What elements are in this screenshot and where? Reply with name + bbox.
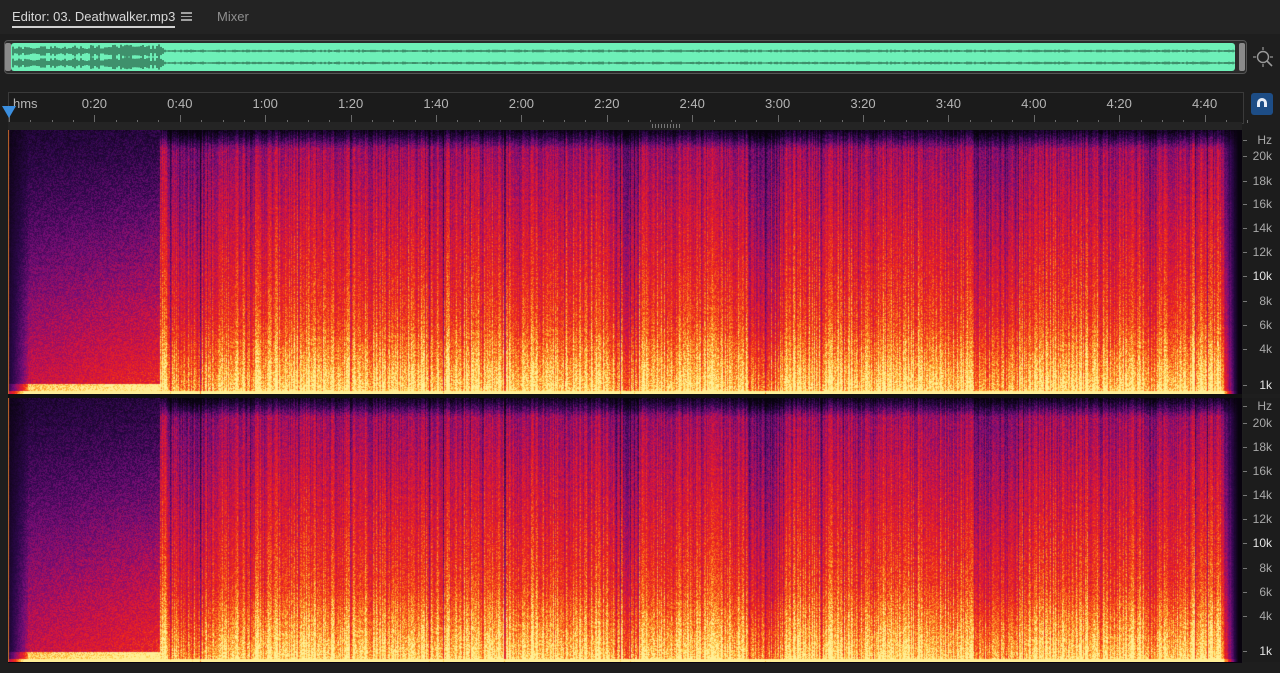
hz-tick: [1243, 276, 1247, 277]
hz-tick: [1243, 228, 1247, 229]
hz-tick: [1243, 385, 1247, 386]
spectrogram-right-channel[interactable]: [8, 398, 1242, 662]
hz-label: 14k: [1253, 488, 1272, 502]
status-strip: [0, 663, 1280, 673]
hz-label: 8k: [1259, 294, 1272, 308]
hz-label: 12k: [1253, 512, 1272, 526]
hz-tick: [1243, 204, 1247, 205]
ruler-label: 2:20: [594, 96, 619, 111]
hz-label: 16k: [1253, 464, 1272, 478]
resize-grip-handle[interactable]: [652, 124, 680, 128]
hz-tick: [1243, 252, 1247, 253]
playhead-marker-icon[interactable]: [2, 106, 16, 118]
ruler-label: 2:00: [509, 96, 534, 111]
hz-tick: [1243, 651, 1247, 652]
spectrogram-left-channel[interactable]: [8, 130, 1242, 394]
hz-label: 20k: [1253, 149, 1272, 163]
tab-mixer-label: Mixer: [217, 9, 249, 24]
hz-label: 12k: [1253, 245, 1272, 259]
ruler-unit-label: hms: [13, 96, 38, 111]
hz-label: 4k: [1259, 609, 1272, 623]
panel-tab-bar: Editor: 03. Deathwalker.mp3 Mixer: [0, 0, 1280, 34]
hz-label: 6k: [1259, 318, 1272, 332]
hz-label: 18k: [1253, 440, 1272, 454]
ruler-label: 4:40: [1192, 96, 1217, 111]
hz-tick: [1243, 519, 1247, 520]
hz-label: 8k: [1259, 561, 1272, 575]
hz-label: 20k: [1253, 416, 1272, 430]
ruler-label: 3:20: [850, 96, 875, 111]
hz-tick: [1243, 406, 1247, 407]
overview-right-handle: [1239, 43, 1245, 71]
frequency-scale-left: Hz 20k 18k 16k 14k 12k 10k 8k 6k 4k 1k: [1243, 130, 1280, 394]
magnet-snap-icon[interactable]: [1251, 93, 1273, 115]
active-tab-underline: [12, 26, 175, 28]
hz-tick: [1243, 156, 1247, 157]
hz-label: 14k: [1253, 221, 1272, 235]
hz-label: 1k: [1259, 378, 1272, 392]
tab-mixer[interactable]: Mixer: [217, 0, 249, 34]
hz-tick: [1243, 495, 1247, 496]
hz-label: 10k: [1253, 536, 1272, 550]
hz-unit-label: Hz: [1257, 133, 1272, 147]
hz-tick: [1243, 423, 1247, 424]
hz-label: 4k: [1259, 342, 1272, 356]
ruler-label: 1:00: [253, 96, 278, 111]
tab-editor-label: Editor: 03. Deathwalker.mp3: [12, 9, 175, 24]
overview-waveform: [5, 41, 1246, 73]
hz-tick: [1243, 543, 1247, 544]
ruler-label: 1:20: [338, 96, 363, 111]
ruler-label: 0:40: [167, 96, 192, 111]
hz-tick: [1243, 181, 1247, 182]
time-ruler[interactable]: hms 0:20 0:40 1:00 1:20 1:40 2:00 2:20 2…: [8, 92, 1244, 124]
ruler-tick: [1247, 120, 1248, 123]
panel-divider: [8, 122, 1242, 130]
ruler-label: 2:40: [680, 96, 705, 111]
hz-tick: [1243, 592, 1247, 593]
ruler-label: 4:00: [1021, 96, 1046, 111]
hz-tick: [1243, 140, 1247, 141]
hz-tick: [1243, 568, 1247, 569]
ruler-label: 4:20: [1107, 96, 1132, 111]
hz-label: 18k: [1253, 174, 1272, 188]
hz-tick: [1243, 349, 1247, 350]
hz-label: 1k: [1259, 644, 1272, 658]
hz-label: 6k: [1259, 585, 1272, 599]
frequency-scale-right: Hz 20k 18k 16k 14k 12k 10k 8k 6k 4k 1k: [1243, 398, 1280, 662]
ruler-label: 1:40: [423, 96, 448, 111]
hz-unit-label: Hz: [1257, 399, 1272, 413]
hamburger-menu-icon[interactable]: [181, 10, 192, 22]
ruler-label: 3:40: [936, 96, 961, 111]
hz-label: 10k: [1253, 269, 1272, 283]
overview-navigator[interactable]: [4, 40, 1247, 74]
hz-tick: [1243, 616, 1247, 617]
hz-tick: [1243, 471, 1247, 472]
overview-view-window: [11, 43, 1235, 71]
hz-label: 16k: [1253, 197, 1272, 211]
ruler-label: 3:00: [765, 96, 790, 111]
overview-left-handle: [5, 43, 11, 71]
tab-editor[interactable]: Editor: 03. Deathwalker.mp3: [12, 0, 175, 34]
zoom-to-fit-icon[interactable]: [1252, 46, 1274, 68]
ruler-label: 0:20: [82, 96, 107, 111]
hz-tick: [1243, 447, 1247, 448]
spectral-display[interactable]: [8, 130, 1242, 663]
hz-tick: [1243, 301, 1247, 302]
hz-tick: [1243, 325, 1247, 326]
